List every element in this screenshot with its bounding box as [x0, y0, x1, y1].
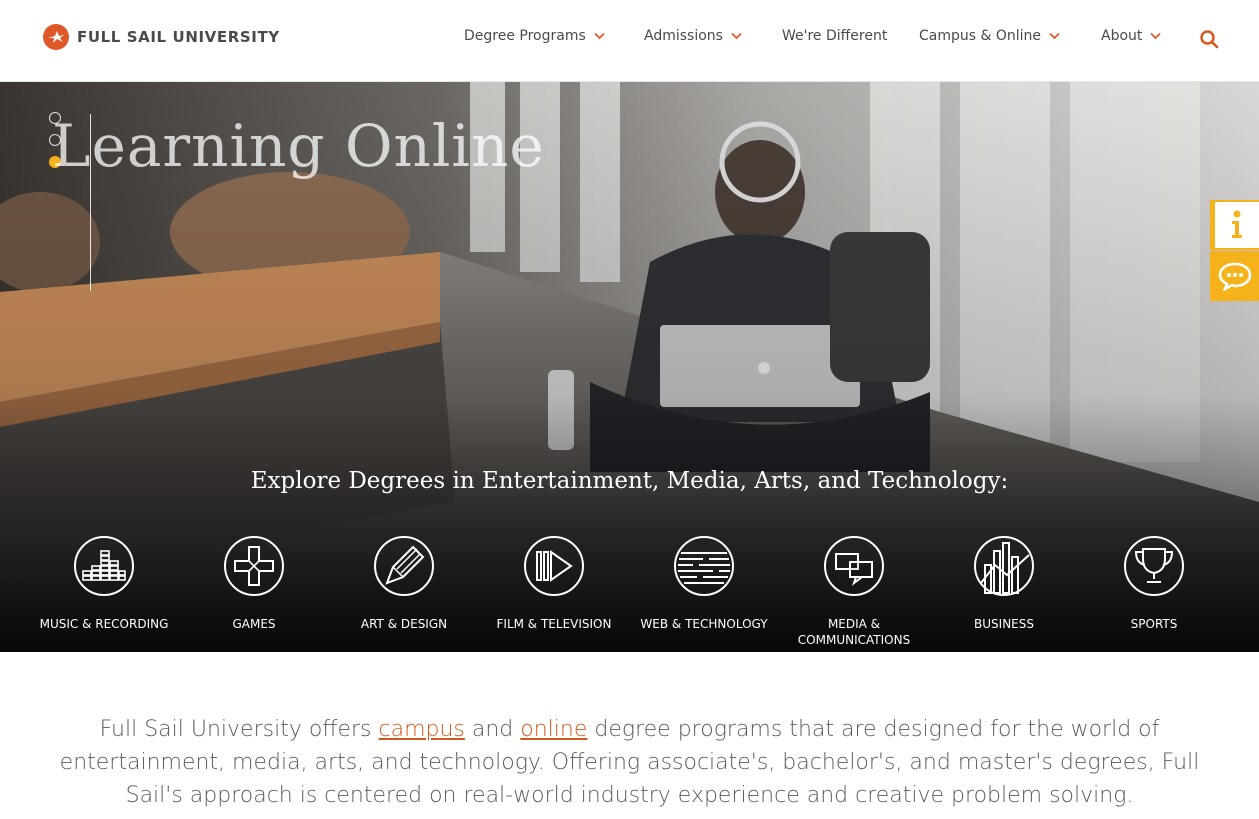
category-media-communications[interactable]: MEDIA & COMMUNICATIONS	[779, 535, 929, 648]
category-film-television[interactable]: FILM & TELEVISION	[479, 535, 629, 632]
nav-label: About	[1101, 28, 1143, 44]
main-nav: Degree Programs Admissions We're Differe…	[464, 28, 1259, 48]
art-design-icon	[374, 536, 434, 596]
site-logo[interactable]: FULL SAIL UNIVERSITY	[43, 24, 280, 50]
intro-text: Full Sail University offers	[99, 717, 379, 742]
category-art-design[interactable]: ART & DESIGN	[329, 535, 479, 632]
logo-text: FULL SAIL UNIVERSITY	[77, 28, 280, 46]
search-icon	[1200, 30, 1219, 49]
explore-heading: Explore Degrees in Entertainment, Media,…	[250, 468, 1009, 494]
chevron-down-icon	[1049, 32, 1060, 40]
media-communications-icon	[824, 536, 884, 596]
search-button[interactable]	[1199, 29, 1219, 49]
category-business[interactable]: BUSINESS	[929, 535, 1079, 632]
category-games[interactable]: GAMES	[179, 535, 329, 632]
chat-tab[interactable]	[1210, 251, 1259, 301]
category-label: ART & DESIGN	[360, 617, 448, 631]
games-icon	[224, 536, 284, 596]
category-label: FILM & TELEVISION	[496, 617, 612, 631]
nav-about[interactable]: About	[1101, 28, 1162, 44]
nav-campus-online[interactable]: Campus & Online	[919, 28, 1060, 44]
category-label: SPORTS	[1130, 617, 1178, 631]
nav-label: Campus & Online	[919, 28, 1042, 44]
intro-paragraph: Full Sail University offers campus and o…	[40, 713, 1219, 812]
nav-label: We're Different	[782, 28, 888, 44]
campus-link[interactable]: campus	[379, 717, 465, 742]
category-label: MEDIA & COMMUNICATIONS	[797, 617, 911, 647]
business-icon	[974, 536, 1034, 596]
nav-were-different[interactable]: We're Different	[782, 28, 887, 44]
chevron-down-icon	[731, 32, 742, 40]
hero-banner: Learning Online Explore Degrees in Enter…	[0, 82, 1259, 652]
web-technology-icon	[674, 536, 734, 596]
info-tab-inner	[1215, 202, 1259, 248]
film-television-icon	[524, 536, 584, 596]
intro-text: and	[464, 717, 521, 742]
info-tab[interactable]	[1210, 200, 1259, 250]
category-sports[interactable]: SPORTS	[1079, 535, 1229, 632]
chevron-down-icon	[1150, 32, 1162, 40]
online-link[interactable]: online	[520, 717, 587, 742]
logo-mark-icon	[43, 24, 69, 50]
chevron-down-icon	[594, 32, 605, 40]
nav-admissions[interactable]: Admissions	[644, 28, 742, 44]
nav-degree-programs[interactable]: Degree Programs	[464, 28, 605, 44]
category-music-recording[interactable]: MUSIC & RECORDING	[29, 535, 179, 632]
category-list: MUSIC & RECORDING GAMES ART & DESIGN FIL…	[0, 535, 1259, 652]
site-header: FULL SAIL UNIVERSITY Degree Programs Adm…	[0, 0, 1259, 82]
nav-label: Degree Programs	[464, 28, 586, 44]
sports-icon	[1124, 536, 1184, 596]
info-icon	[1232, 210, 1242, 238]
nav-label: Admissions	[644, 28, 723, 44]
category-web-technology[interactable]: WEB & TECHNOLOGY	[629, 535, 779, 632]
category-label: BUSINESS	[974, 617, 1034, 631]
category-label: WEB & TECHNOLOGY	[640, 617, 768, 631]
chat-icon	[1218, 262, 1251, 291]
hero-title: Learning Online	[52, 112, 545, 180]
category-label: GAMES	[232, 617, 276, 631]
music-recording-icon	[74, 536, 134, 596]
category-label: MUSIC & RECORDING	[39, 617, 169, 631]
